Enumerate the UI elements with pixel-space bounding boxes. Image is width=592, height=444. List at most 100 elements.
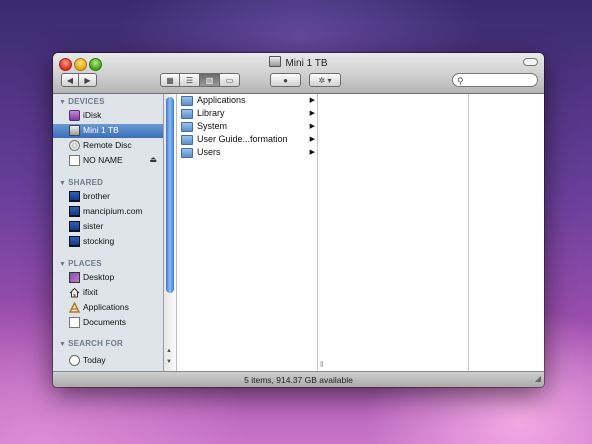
item-label: System	[197, 121, 228, 131]
section-label: PLACES	[68, 259, 102, 268]
sidebar-item-documents[interactable]: Documents	[53, 316, 163, 330]
disclosure-arrow-icon: ▶	[309, 136, 315, 143]
folder-icon	[181, 109, 193, 119]
sidebar-item-label: stocking	[83, 236, 115, 246]
sidebar-item-no-name[interactable]: NO NAME ⏏	[53, 154, 163, 168]
sidebar-item-label: ifixit	[83, 287, 98, 297]
computer-icon	[69, 236, 80, 247]
sidebar-item-label: Desktop	[83, 272, 115, 282]
eject-icon[interactable]: ⏏	[149, 155, 157, 164]
hard-disk-icon	[269, 56, 282, 67]
sidebar-scroll-thumb[interactable]	[166, 97, 174, 293]
sidebar-item-label: Documents	[83, 317, 126, 327]
list-item-library[interactable]: Library ▶	[181, 108, 315, 121]
folder-icon	[181, 122, 193, 132]
disclosure-arrow-icon: ▶	[309, 97, 315, 104]
sidebar-item-desktop[interactable]: Desktop	[53, 271, 163, 285]
disclosure-triangle-icon[interactable]: ▼	[59, 99, 66, 106]
item-label: User Guide...formation	[197, 134, 288, 144]
sidebar-item-label: sister	[83, 221, 104, 231]
list-view-button[interactable]: ☰	[180, 73, 200, 87]
list-item-system[interactable]: System ▶	[181, 121, 315, 134]
clock-icon	[69, 355, 80, 366]
cover-flow-button[interactable]: ▭	[220, 73, 240, 87]
sidebar-item-label: Remote Disc	[83, 140, 132, 150]
sidebar-item-remote-disc[interactable]: Remote Disc	[53, 139, 163, 153]
sidebar-item-label: Today	[83, 355, 106, 365]
search-input[interactable]	[467, 74, 533, 86]
toolbar-toggle-button[interactable]	[523, 58, 538, 66]
item-label: Library	[197, 108, 225, 118]
idisk-icon	[69, 110, 80, 121]
resize-corner-icon[interactable]: ◢	[535, 371, 541, 387]
cover-flow-icon: ▭	[225, 75, 234, 85]
browser-column-2	[318, 94, 469, 371]
sidebar-item-label: NO NAME	[83, 155, 123, 165]
disclosure-triangle-icon[interactable]: ▼	[59, 261, 66, 268]
remote-disc-icon	[69, 140, 80, 151]
computer-icon	[69, 206, 80, 217]
documents-icon	[69, 317, 80, 328]
column-resize-handle[interactable]: ‖	[320, 360, 323, 369]
sidebar-section-places[interactable]: ▼ PLACES	[59, 259, 102, 268]
scroll-down-arrow-icon[interactable]: ▼	[166, 359, 172, 365]
item-label: Users	[197, 147, 221, 157]
sidebar-item-label: brother	[83, 191, 110, 201]
desktop-icon	[69, 272, 80, 283]
section-label: DEVICES	[68, 97, 105, 106]
sidebar-item-brother[interactable]: brother	[53, 190, 163, 204]
section-label: SHARED	[68, 178, 104, 187]
forward-arrow-icon: ▶	[84, 75, 91, 85]
folder-icon	[181, 148, 193, 158]
sidebar-item-mini-1tb[interactable]: Mini 1 TB	[53, 124, 163, 138]
sidebar-item-ifixit[interactable]: ifixit	[53, 286, 163, 300]
forward-button[interactable]: ▶	[79, 73, 97, 87]
eye-icon: ●	[283, 75, 288, 85]
window-title: Mini 1 TB	[53, 56, 544, 69]
sidebar: ▼ DEVICES iDisk Mini 1 TB Remote Disc NO …	[53, 94, 164, 371]
list-item-user-guide[interactable]: User Guide...formation ▶	[181, 134, 315, 147]
browser-column-1: Applications ▶ Library ▶ System ▶ User G…	[177, 94, 318, 371]
sidebar-item-mancipium[interactable]: mancipium.com	[53, 205, 163, 219]
icon-view-button[interactable]: ▦	[160, 73, 180, 87]
sidebar-section-search-for[interactable]: ▼ SEARCH FOR	[59, 339, 123, 348]
sidebar-item-label: mancipium.com	[83, 206, 143, 216]
applications-icon	[68, 301, 81, 313]
sidebar-item-stocking[interactable]: stocking	[53, 235, 163, 249]
action-menu-button[interactable]: ✲ ▾	[309, 73, 341, 87]
scroll-up-arrow-icon[interactable]: ▲	[166, 348, 172, 354]
home-icon	[69, 287, 80, 298]
list-view-icon: ☰	[185, 75, 194, 85]
sidebar-section-devices[interactable]: ▼ DEVICES	[59, 97, 105, 106]
status-text: 5 items, 914.37 GB available	[244, 375, 353, 385]
list-item-applications[interactable]: Applications ▶	[181, 95, 315, 108]
computer-icon	[69, 221, 80, 232]
disclosure-triangle-icon[interactable]: ▼	[59, 341, 66, 348]
sidebar-item-sister[interactable]: sister	[53, 220, 163, 234]
window-title-text: Mini 1 TB	[285, 58, 328, 69]
list-item-users[interactable]: Users ▶	[181, 147, 315, 160]
disclosure-arrow-icon: ▶	[309, 110, 315, 117]
search-icon: ⚲	[457, 76, 464, 86]
status-bar: 5 items, 914.37 GB available ◢	[53, 371, 544, 387]
quick-look-button[interactable]: ●	[270, 73, 301, 87]
sidebar-item-applications[interactable]: Applications	[53, 301, 163, 315]
sidebar-scrollbar[interactable]: ▲ ▼	[164, 94, 177, 371]
search-field[interactable]: ⚲	[452, 73, 538, 87]
column-view-button[interactable]: ▥	[200, 73, 220, 87]
back-arrow-icon: ◀	[66, 75, 74, 85]
section-label: SEARCH FOR	[68, 339, 124, 348]
sidebar-item-label: Mini 1 TB	[83, 125, 119, 135]
finder-window: Mini 1 TB ◀ ▶ ▦ ☰ ▥ ▭ ● ✲ ▾ ⚲ ▼ DEVICES i…	[53, 53, 544, 387]
title-bar: Mini 1 TB ◀ ▶ ▦ ☰ ▥ ▭ ● ✲ ▾ ⚲	[53, 53, 544, 94]
item-label: Applications	[197, 95, 246, 105]
sidebar-item-idisk[interactable]: iDisk	[53, 109, 163, 123]
sidebar-section-shared[interactable]: ▼ SHARED	[59, 178, 103, 187]
hard-disk-icon	[69, 125, 80, 136]
folder-icon	[181, 135, 193, 145]
sidebar-item-today[interactable]: Today	[53, 354, 163, 368]
disclosure-triangle-icon[interactable]: ▼	[59, 180, 66, 187]
computer-icon	[69, 191, 80, 202]
icon-view-icon: ▦	[166, 75, 174, 85]
back-button[interactable]: ◀	[61, 73, 79, 87]
